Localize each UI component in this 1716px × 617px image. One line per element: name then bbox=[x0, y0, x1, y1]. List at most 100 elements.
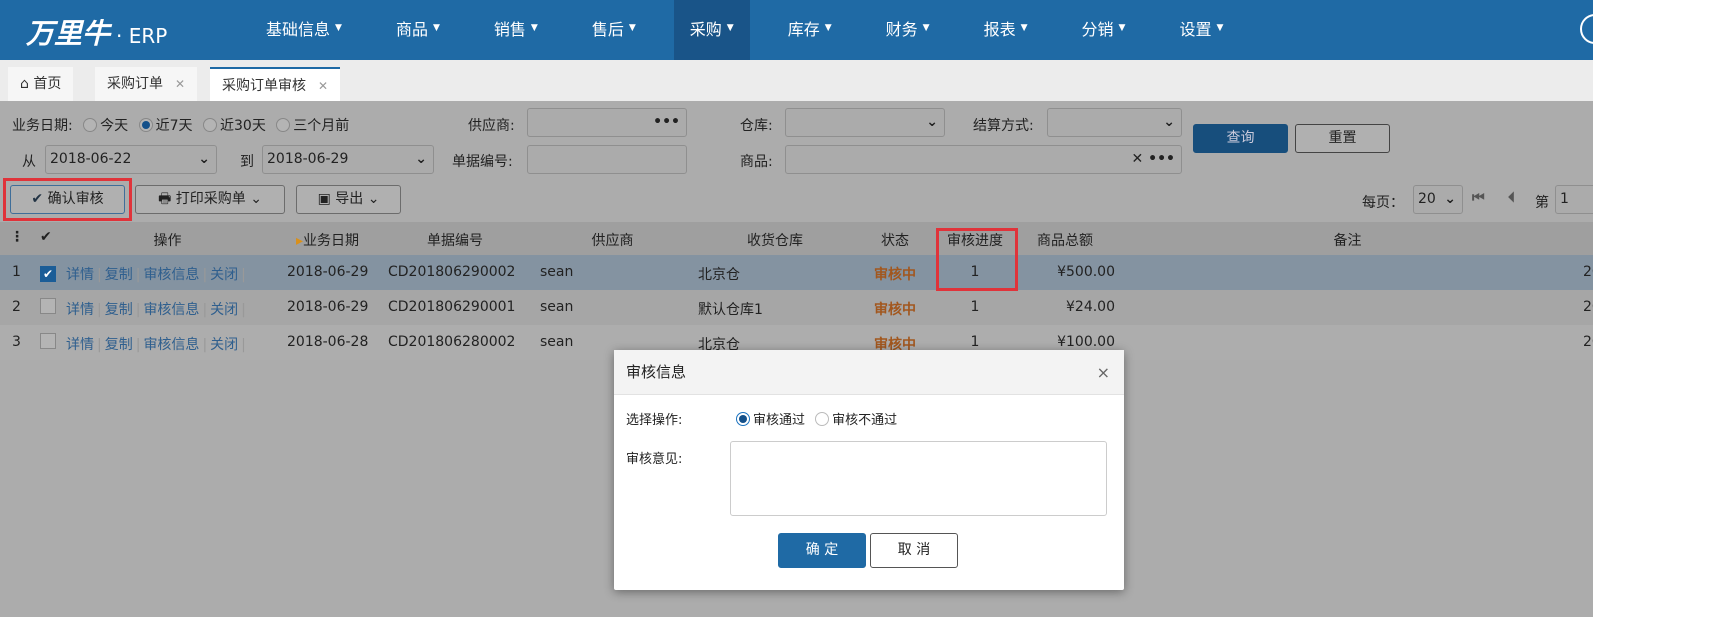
prev-page-icon[interactable]: ⏴ bbox=[1508, 190, 1515, 206]
radio-7days[interactable] bbox=[138, 118, 153, 132]
col-status[interactable]: 状态 bbox=[855, 230, 935, 250]
review-dialog: 审核信息 × 选择操作: 审核通过 审核不通过 审核意见: 确 定 取 消 bbox=[614, 350, 1124, 590]
row-warehouse: 默认仓库1 bbox=[698, 302, 763, 318]
from-date-select[interactable]: 2018-06-22 ⌄ bbox=[45, 145, 217, 174]
nav-inventory[interactable]: 库存 ▼ bbox=[772, 0, 848, 60]
to-date-select[interactable]: 2018-06-29 ⌄ bbox=[262, 145, 434, 174]
query-button[interactable]: 查询 bbox=[1193, 124, 1288, 153]
doc-no-input[interactable] bbox=[527, 145, 687, 174]
col-amount[interactable]: 商品总额 bbox=[1015, 230, 1115, 250]
erp-app: 万里牛 · ERP 基础信息 ▼ 商品 ▼ 销售 ▼ 售后 ▼ 采购 ▼ 库存 ▼ 财务 ▼ 报… bbox=[0, 0, 1593, 617]
col-warehouse[interactable]: 收货仓库 bbox=[695, 230, 855, 250]
row-checkbox[interactable] bbox=[40, 298, 56, 315]
row-amount: ¥100.00 bbox=[1057, 334, 1115, 350]
separator: | bbox=[241, 302, 246, 318]
action-link[interactable]: 审核信息 bbox=[143, 337, 199, 353]
status-badge: 审核中 bbox=[874, 302, 916, 318]
row-checkbox[interactable] bbox=[40, 333, 56, 350]
table-row[interactable]: 2 详情 | 复制 | 审核信息 | 关闭 | 2018-06-29 CD2018062900… bbox=[0, 290, 1593, 325]
action-link[interactable]: 详情 bbox=[66, 337, 94, 353]
supplier-input[interactable]: ••• bbox=[527, 108, 687, 137]
nav-reports[interactable]: 报表 ▼ bbox=[968, 0, 1044, 60]
action-link[interactable]: 复制 bbox=[105, 337, 133, 353]
action-link[interactable]: 审核信息 bbox=[143, 267, 199, 283]
row-number: 3 bbox=[12, 334, 21, 350]
product-input[interactable]: ✕ ••• bbox=[785, 145, 1182, 174]
row-supplier: sean bbox=[540, 264, 574, 280]
row-date: 2018-06-29 bbox=[287, 299, 369, 315]
nav-sales[interactable]: 销售 ▼ bbox=[478, 0, 554, 60]
warehouse-select[interactable]: ⌄ bbox=[785, 108, 945, 137]
confirm-button[interactable]: 确 定 bbox=[778, 533, 866, 568]
print-button[interactable]: 🖶 打印采购单 ⌄ bbox=[135, 185, 285, 214]
action-link[interactable]: 详情 bbox=[66, 302, 94, 318]
sort-icon: ▸ bbox=[295, 233, 304, 249]
action-link[interactable]: 复制 bbox=[105, 267, 133, 283]
row-date: 2018-06-28 bbox=[287, 334, 369, 350]
col-doc-no[interactable]: 单据编号 bbox=[380, 230, 530, 250]
separator: | bbox=[97, 302, 102, 318]
action-link[interactable]: 关闭 bbox=[210, 302, 238, 318]
radio-approve[interactable] bbox=[736, 412, 750, 426]
more-icon[interactable]: ••• bbox=[653, 109, 680, 136]
separator: | bbox=[135, 302, 141, 318]
supplier-label: 供应商: bbox=[468, 118, 515, 134]
row-supplier: sean bbox=[540, 334, 574, 350]
logo: 万里牛 · ERP bbox=[26, 17, 168, 50]
close-icon[interactable]: ✕ bbox=[318, 79, 328, 93]
chevron-down-icon: ▼ bbox=[335, 23, 342, 33]
action-link[interactable]: 关闭 bbox=[210, 267, 238, 283]
action-link[interactable]: 关闭 bbox=[210, 337, 238, 353]
settle-select[interactable]: ⌄ bbox=[1047, 108, 1182, 137]
chevron-down-icon: ⌄ bbox=[926, 114, 938, 130]
column-menu-icon[interactable]: ⋮ bbox=[10, 229, 24, 245]
cancel-button[interactable]: 取 消 bbox=[870, 533, 958, 568]
nav-purchase[interactable]: 采购 ▼ bbox=[673, 0, 750, 60]
close-icon[interactable]: ✕ bbox=[175, 77, 185, 91]
tab-purchase-order-review[interactable]: 采购订单审核 ✕ bbox=[210, 67, 341, 101]
col-remark[interactable]: 备注 bbox=[1115, 230, 1580, 250]
action-link[interactable]: 审核信息 bbox=[143, 302, 199, 318]
row-doc-no[interactable]: CD201806290002 bbox=[388, 264, 515, 280]
user-avatar-icon[interactable] bbox=[1580, 14, 1593, 44]
nav-after-sales[interactable]: 售后 ▼ bbox=[576, 0, 652, 60]
radio-reject[interactable] bbox=[815, 412, 830, 426]
nav-settings[interactable]: 设置 ▼ bbox=[1163, 0, 1239, 60]
table-header: ⋮ ✔ 操作 ▸业务日期 单据编号 供应商 收货仓库 状态 审核进度 商品总额 … bbox=[0, 222, 1593, 255]
more-icon[interactable]: ••• bbox=[1148, 151, 1175, 167]
tab-home[interactable]: ⌂ 首页 bbox=[8, 67, 74, 101]
row-date: 2018-06-29 bbox=[287, 264, 369, 280]
comment-textarea[interactable] bbox=[730, 441, 1107, 516]
separator: | bbox=[202, 337, 208, 353]
chevron-down-icon: ▼ bbox=[922, 23, 930, 33]
highlight-box bbox=[936, 228, 1018, 291]
row-actions: 详情 | 复制 | 审核信息 | 关闭 | bbox=[66, 299, 249, 319]
chevron-down-icon: ▼ bbox=[824, 23, 832, 33]
row-amount: ¥500.00 bbox=[1057, 264, 1115, 280]
nav-finance[interactable]: 财务 ▼ bbox=[870, 0, 946, 60]
col-supplier[interactable]: 供应商 bbox=[530, 230, 695, 250]
tab-purchase-order[interactable]: 采购订单 ✕ bbox=[95, 67, 198, 101]
radio-3months[interactable] bbox=[276, 118, 291, 132]
action-link[interactable]: 详情 bbox=[66, 267, 94, 283]
row-doc-no[interactable]: CD201806280002 bbox=[388, 334, 515, 350]
reset-button[interactable]: 重置 bbox=[1295, 124, 1390, 153]
per-page-select[interactable]: 20 ⌄ bbox=[1413, 185, 1463, 214]
action-link[interactable]: 复制 bbox=[105, 302, 133, 318]
radio-today[interactable] bbox=[83, 118, 98, 132]
nav-basic-info[interactable]: 基础信息 ▼ bbox=[250, 0, 358, 60]
close-icon[interactable]: × bbox=[1097, 350, 1110, 395]
clear-icon[interactable]: ✕ bbox=[1132, 151, 1144, 167]
row-checkbox[interactable]: ✔ bbox=[40, 263, 56, 282]
nav-distribution[interactable]: 分销 ▼ bbox=[1066, 0, 1142, 60]
export-button[interactable]: ▣ 导出 ⌄ bbox=[296, 185, 401, 214]
settle-label: 结算方式: bbox=[973, 118, 1034, 134]
page-input[interactable]: 1 bbox=[1555, 185, 1593, 214]
nav-products[interactable]: 商品 ▼ bbox=[380, 0, 456, 60]
first-page-icon[interactable]: ⏮ bbox=[1472, 190, 1485, 206]
table-row[interactable]: 1 ✔ 详情 | 复制 | 审核信息 | 关闭 | 2018-06-29 CD20180629… bbox=[0, 255, 1593, 290]
col-date[interactable]: ▸业务日期 bbox=[275, 230, 380, 250]
radio-30days[interactable] bbox=[203, 118, 217, 132]
select-all-checkbox[interactable]: ✔ bbox=[40, 229, 52, 245]
row-doc-no[interactable]: CD201806290001 bbox=[388, 299, 515, 315]
